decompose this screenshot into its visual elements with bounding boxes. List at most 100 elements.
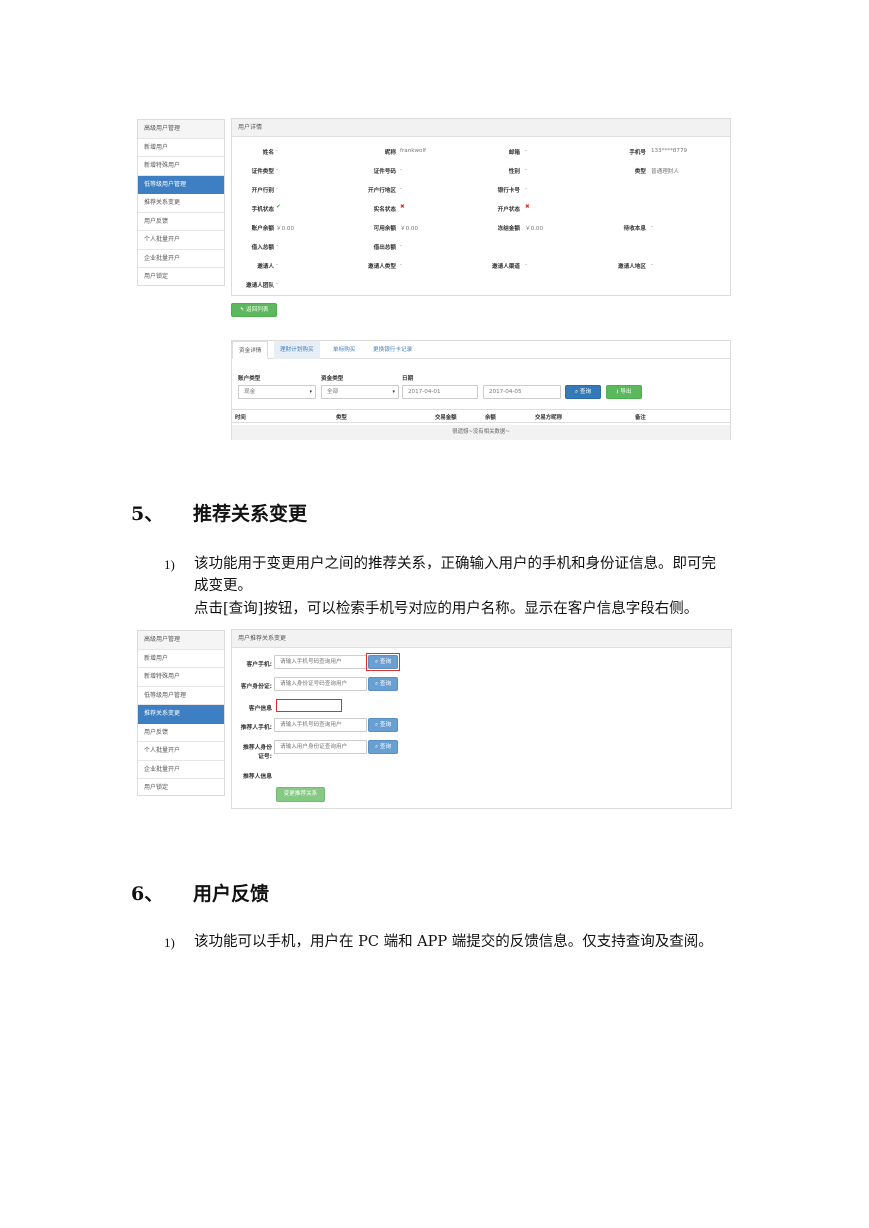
sidebar-item-user-feedback[interactable]: 用户反馈 (138, 724, 224, 742)
detail-value: - (400, 243, 403, 249)
empty-table-message: 很遗憾~没有相关数据~ (232, 425, 730, 440)
paragraph-line: 成变更。 (194, 578, 252, 594)
referrer-id-query-button[interactable]: ⌕ 查询 (368, 740, 398, 754)
panel-title: 用户推荐关系变更 (232, 630, 731, 648)
detail-value: - (525, 148, 528, 154)
detail-label: 银行卡号 (497, 188, 520, 194)
detail-value: - (651, 262, 654, 268)
detail-value: - (400, 186, 403, 192)
referrer-phone-label: 推荐人手机: (240, 725, 272, 731)
download-icon: ⭳ (616, 389, 619, 395)
sidebar-item-user-feedback[interactable]: 用户反馈 (138, 213, 224, 231)
tab-single-bid-purchase[interactable]: 单标购买 (327, 341, 361, 359)
sidebar-item-add-special-user[interactable]: 新增特殊用户 (138, 157, 224, 176)
cross-icon: ✖ (400, 204, 405, 210)
detail-value: - (525, 186, 528, 192)
referral-change-panel: 用户推荐关系变更 客户手机: 请输入手机号码查询用户 ⌕ 查询 客户身份证: 请… (231, 629, 732, 809)
referrer-id-input[interactable]: 请输入用户身份证查询用户 (274, 740, 367, 754)
section-title: 用户反馈 (193, 883, 270, 905)
column-header: 余额 (485, 415, 496, 421)
highlight-box (366, 653, 400, 671)
date-from-input[interactable]: 2017-04-01 (402, 385, 478, 399)
list-number: 1) (164, 935, 175, 950)
list-number: 1) (164, 557, 175, 572)
detail-value: ￥0.00 (276, 226, 295, 232)
cross-icon: ✖ (525, 204, 530, 210)
sidebar-item-user-lock[interactable]: 用户锁定 (138, 268, 224, 287)
column-header: 交易金额 (435, 415, 457, 421)
sidebar-item-advanced-user-mgmt[interactable]: 高级用户管理 (138, 631, 224, 650)
panel-title: 用户详情 (232, 119, 730, 137)
detail-label: 可用余额 (373, 226, 396, 232)
detail-label: 邀请人团队 (246, 283, 274, 289)
customer-info-highlight (276, 699, 342, 712)
detail-label: 邀请人类型 (368, 264, 396, 270)
column-header: 时间 (235, 415, 246, 421)
change-referral-button[interactable]: 变更推荐关系 (276, 787, 325, 802)
detail-label: 性别 (508, 169, 520, 175)
detail-label: 借出总额 (373, 245, 396, 251)
tab-bank-card-change[interactable]: 更换银行卡记录 (367, 341, 418, 359)
detail-value: - (276, 281, 279, 287)
fund-type-select[interactable]: 全部 ▾ (321, 385, 399, 399)
detail-value: - (525, 167, 528, 173)
sidebar-item-user-lock[interactable]: 用户锁定 (138, 779, 224, 798)
customer-phone-input[interactable]: 请输入手机号码查询用户 (274, 655, 367, 669)
paragraph-line: 该功能用于变更用户之间的推荐关系，正确输入用户的手机和身份证信息。即可完 (194, 556, 716, 572)
detail-label: 昵称 (384, 150, 396, 156)
sidebar-item-add-special-user[interactable]: 新增特殊用户 (138, 668, 224, 687)
column-header: 交易方昵称 (535, 415, 562, 421)
tab-plan-purchase[interactable]: 理财计划购买 (274, 341, 320, 359)
sidebar-item-personal-batch-open[interactable]: 个人批量开户 (138, 231, 224, 250)
detail-label: 账户余额 (251, 226, 274, 232)
account-type-select[interactable]: 现金 ▾ (238, 385, 316, 399)
search-icon: ⌕ (574, 389, 579, 395)
detail-label: 待收本息 (623, 226, 646, 232)
sidebar-item-low-level-user-mgmt[interactable]: 低等级用户管理 (138, 175, 224, 194)
detail-value: - (400, 262, 403, 268)
detail-value: - (400, 167, 403, 173)
customer-id-query-button[interactable]: ⌕ 查询 (368, 677, 398, 691)
fund-type-label: 资金类型 (321, 376, 344, 382)
sidebar-item-enterprise-batch-open[interactable]: 企业批量开户 (138, 250, 224, 268)
sidebar-item-add-user[interactable]: 新增用户 (138, 139, 224, 157)
sidebar-item-advanced-user-mgmt[interactable]: 高级用户管理 (138, 120, 224, 139)
detail-label: 邀请人 (257, 264, 274, 270)
detail-label: 证件类型 (251, 169, 274, 175)
caret-down-icon: ▾ (392, 389, 395, 395)
search-icon: ⌕ (374, 722, 379, 728)
detail-value: frankwolf (400, 148, 427, 154)
detail-value: - (276, 148, 279, 154)
detail-label: 冻结金额 (497, 226, 520, 232)
column-header: 类型 (336, 415, 347, 421)
detail-value: ￥0.00 (525, 226, 544, 232)
date-to-input[interactable]: 2017-04-05 (483, 385, 561, 399)
sidebar-item-low-level-user-mgmt[interactable]: 低等级用户管理 (138, 687, 224, 705)
caret-down-icon: ▾ (309, 389, 312, 395)
referrer-phone-query-button[interactable]: ⌕ 查询 (368, 718, 398, 732)
customer-id-input[interactable]: 请输入身份证号码查询用户 (274, 677, 367, 691)
sidebar-item-referral-change[interactable]: 推荐关系变更 (138, 705, 224, 724)
tab-bar: 资金详情 理财计划购买 单标购买 更换银行卡记录 (232, 341, 730, 359)
detail-label: 开户行别 (251, 188, 274, 194)
sidebar-item-add-user[interactable]: 新增用户 (138, 650, 224, 668)
section-title: 推荐关系变更 (193, 503, 308, 525)
sidebar-item-referral-change[interactable]: 推荐关系变更 (138, 194, 224, 213)
search-icon: ⌕ (374, 681, 379, 687)
referrer-phone-input[interactable]: 请输入手机号码查询用户 (274, 718, 367, 732)
back-to-list-button[interactable]: ↰ 返回列表 (231, 303, 277, 317)
sidebar-item-enterprise-batch-open[interactable]: 企业批量开户 (138, 761, 224, 779)
date-label: 日期 (402, 376, 414, 382)
sidebar-item-personal-batch-open[interactable]: 个人批量开户 (138, 742, 224, 761)
detail-label: 手机状态 (251, 207, 274, 213)
detail-value: - (525, 262, 528, 268)
query-button[interactable]: ⌕ 查询 (565, 385, 601, 399)
detail-label: 邀请人渠道 (492, 264, 520, 270)
referrer-id-label-line2: 证号: (258, 754, 272, 760)
tab-fund-detail[interactable]: 资金详情 (232, 341, 269, 359)
export-button[interactable]: ⭳ 导出 (606, 385, 642, 399)
customer-phone-label: 客户手机: (246, 662, 272, 668)
detail-label: 类型 (634, 169, 646, 175)
detail-label: 开户行地区 (368, 188, 396, 194)
customer-id-label: 客户身份证: (240, 684, 272, 690)
